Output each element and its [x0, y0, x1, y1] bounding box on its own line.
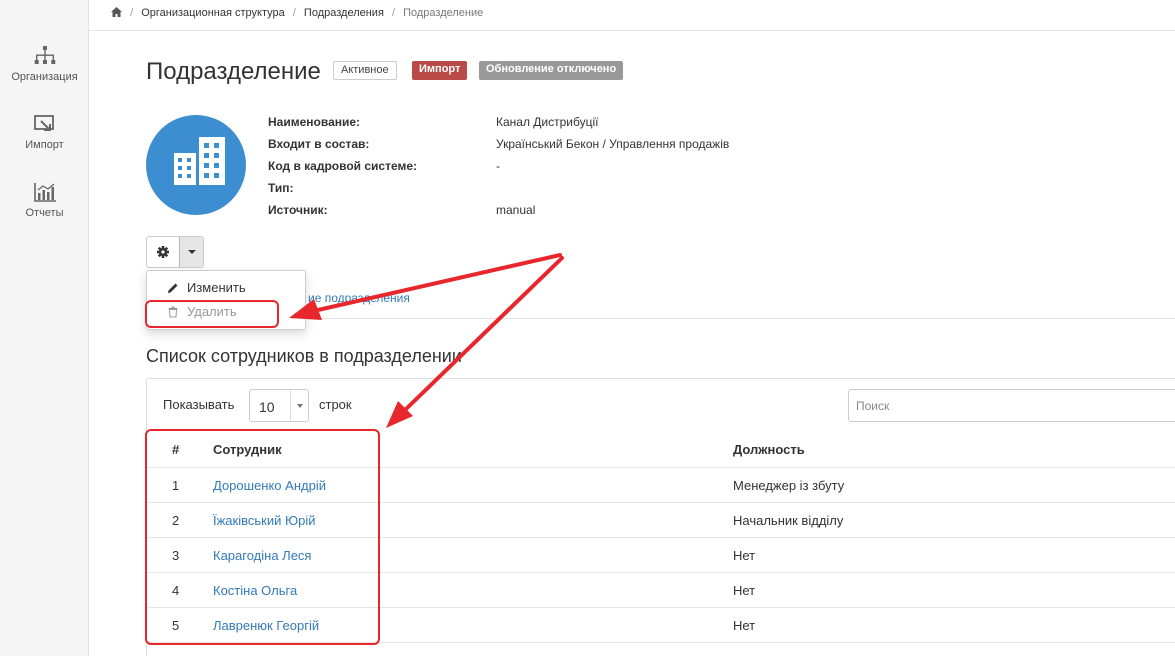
reports-chart-icon [33, 183, 56, 202]
page-length-select[interactable]: 10 [249, 389, 309, 422]
employee-link[interactable]: Костіна Ольга [213, 583, 297, 598]
detail-value: manual [496, 203, 536, 217]
rows-label: строк [319, 397, 352, 412]
sidebar-item-organization[interactable]: Организация [0, 45, 89, 83]
sidebar-item-label: Организация [11, 71, 78, 83]
caret-down-icon [188, 250, 196, 254]
menu-item-label: Удалить [187, 304, 237, 319]
actions-button-group [146, 236, 204, 268]
sidebar-item-import[interactable]: Импорт [0, 113, 89, 151]
import-badge: Импорт [412, 61, 468, 80]
breadcrumb-organization-structure[interactable]: Организационная структура [141, 7, 285, 19]
arrow-to-delete [289, 253, 562, 320]
actions-gear-button[interactable] [147, 237, 179, 267]
sidebar-item-label: Импорт [25, 139, 64, 151]
page-title: Подразделение [146, 58, 321, 85]
employee-link[interactable]: Дорошенко Андрій [213, 478, 326, 493]
actions-dropdown-menu: Изменить Удалить [146, 270, 306, 330]
breadcrumb-separator: / [292, 7, 296, 19]
row-divider [147, 642, 1175, 643]
sidebar-item-label: Отчеты [25, 207, 64, 219]
row-number: 5 [172, 618, 180, 633]
employee-position: Нет [733, 618, 756, 633]
detail-value: Канал Дистрибуції [496, 115, 599, 129]
home-icon[interactable] [111, 7, 122, 17]
select-arrow [290, 390, 308, 421]
sidebar: Организация Импорт Отчеты [0, 0, 89, 656]
search-input[interactable] [848, 389, 1175, 422]
breadcrumb-current: Подразделение [403, 7, 484, 19]
breadcrumb-separator: / [130, 7, 134, 19]
row-number: 1 [172, 478, 180, 493]
employee-position: Начальник відділу [733, 513, 844, 528]
employee-position: Нет [733, 583, 756, 598]
menu-item-delete[interactable]: Удалить [147, 301, 305, 323]
trash-icon [168, 306, 178, 318]
row-number: 4 [172, 583, 180, 598]
row-divider [147, 467, 1175, 468]
employees-section-title: Список сотрудников в подразделении [146, 346, 462, 366]
detail-value: Український Бекон / Управлення продажів [496, 137, 730, 151]
employee-position: Нет [733, 548, 756, 563]
detail-hr-code: Код в кадровой системе: [268, 159, 417, 175]
page-length-value: 10 [259, 399, 275, 415]
caret-down-icon [297, 404, 303, 408]
detail-value: - [496, 159, 500, 173]
detail-key: Тип: [268, 181, 294, 195]
building-icon [174, 137, 225, 185]
employee-link[interactable]: Лавренюк Георгій [213, 618, 319, 633]
pencil-icon [168, 283, 178, 293]
detail-key: Входит в состав: [268, 137, 370, 151]
column-header-number[interactable]: # [172, 442, 179, 457]
detail-type: Тип: [268, 181, 294, 197]
detail-parent: Входит в состав: [268, 137, 369, 153]
breadcrumb-separator: / [391, 7, 396, 19]
page-length-label: Показывать [163, 397, 235, 412]
detail-key: Наименование: [268, 115, 361, 129]
row-number: 3 [172, 548, 180, 563]
detail-key: Код в кадровой системе: [268, 159, 418, 173]
menu-item-label: Изменить [187, 280, 246, 295]
sidebar-item-reports[interactable]: Отчеты [0, 181, 89, 219]
status-badge: Активное [333, 61, 397, 80]
breadcrumb: / Организационная структура / Подразделе… [89, 0, 1175, 31]
column-header-position[interactable]: Должность [733, 442, 805, 457]
row-divider [147, 572, 1175, 573]
row-divider [147, 607, 1175, 608]
row-number: 2 [172, 513, 180, 528]
department-link-partial[interactable]: ие подразделения [308, 291, 410, 305]
actions-dropdown-toggle[interactable] [179, 237, 203, 267]
department-avatar [146, 115, 246, 215]
employee-link[interactable]: Карагодіна Леся [213, 548, 311, 563]
breadcrumb-departments[interactable]: Подразделения [304, 7, 384, 19]
menu-item-edit[interactable]: Изменить [147, 277, 305, 299]
detail-name: Наименование: [268, 115, 360, 131]
employee-position: Менеджер із збуту [733, 478, 845, 493]
employee-link[interactable]: Їжаківський Юрій [213, 513, 315, 528]
row-divider [147, 537, 1175, 538]
row-divider [147, 502, 1175, 503]
column-header-employee[interactable]: Сотрудник [213, 442, 282, 457]
import-icon [33, 115, 54, 131]
detail-source: Источник: [268, 203, 328, 219]
detail-key: Источник: [268, 203, 328, 217]
update-disabled-badge: Обновление отключено [479, 61, 624, 80]
org-chart-icon [34, 46, 55, 64]
gear-icon [157, 246, 169, 258]
